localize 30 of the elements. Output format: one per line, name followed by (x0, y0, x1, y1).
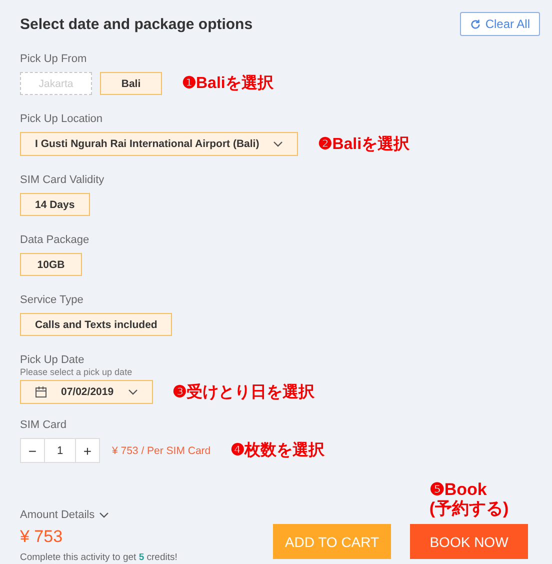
chevron-down-icon (273, 141, 284, 147)
field-label: Data Package (20, 233, 90, 247)
option-chip[interactable]: 14 Days (20, 193, 90, 216)
field-hint: Please select a pick up date (20, 367, 134, 378)
annotation-text: ❺Book (予約する) (429, 480, 509, 518)
field-label: Pick Up Date (20, 353, 86, 367)
option-chip[interactable]: 10GB (20, 253, 82, 276)
annotation-text: ❷Baliを選択 (318, 134, 410, 154)
option-chip[interactable]: Calls and Texts included (20, 313, 172, 336)
refresh-icon (470, 18, 482, 30)
chevron-down-icon (128, 389, 138, 395)
amount-details-toggle[interactable]: Amount Details (20, 509, 95, 521)
credits-text: Complete this activity to get 5 credits! (20, 552, 178, 563)
page-title: Select date and package options (20, 16, 253, 32)
annotation-text: ❹枚数を選択 (230, 440, 325, 461)
annotation-text: ❶Baliを選択 (182, 74, 274, 94)
clear-all-button[interactable]: Clear All (460, 12, 540, 36)
calendar-icon (35, 386, 47, 398)
unit-price: ¥ 753 / Per SIM Card (112, 444, 211, 456)
option-chip[interactable]: Bali (100, 72, 162, 95)
chevron-down-icon (98, 512, 109, 518)
location-select[interactable]: I Gusti Ngurah Rai International Airport (Bali) (20, 132, 298, 156)
annotation-text: ❸受けとり日を選択 (172, 382, 315, 402)
field-label: SIM Card Validity (20, 173, 106, 187)
total-price: ¥ 753 (20, 527, 64, 547)
field-label: SIM Card (20, 418, 68, 432)
date-select[interactable]: 07/02/2019 (20, 380, 153, 404)
field-label: Pick Up From (20, 52, 88, 66)
field-label: Pick Up Location (20, 112, 104, 126)
field-label: Service Type (20, 293, 84, 307)
